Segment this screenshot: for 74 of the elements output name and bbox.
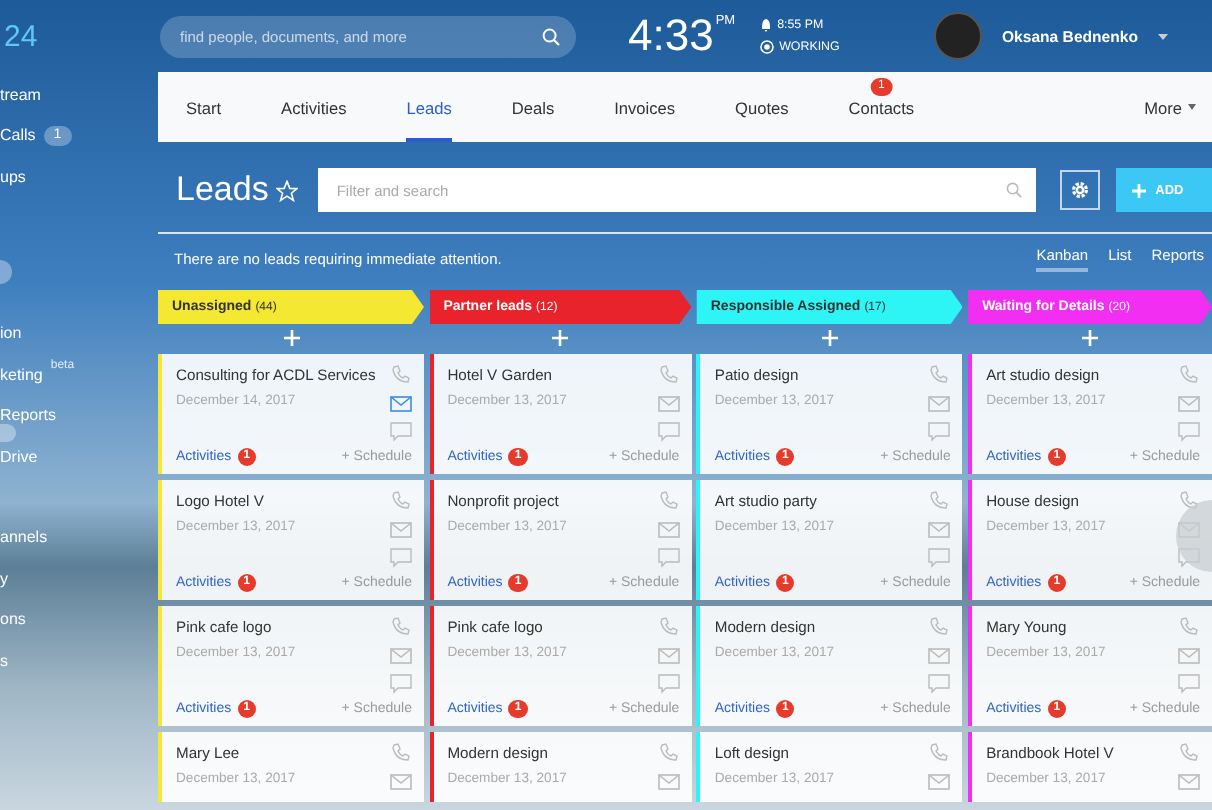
phone-icon[interactable] — [390, 742, 412, 762]
sidebar-item[interactable]: ons — [0, 610, 26, 629]
phone-icon[interactable] — [1178, 364, 1201, 384]
caret-icon[interactable] — [1158, 33, 1168, 39]
mail-icon[interactable] — [390, 772, 412, 790]
plus-icon[interactable] — [283, 330, 299, 346]
phone-icon[interactable] — [390, 616, 412, 636]
phone-icon[interactable] — [928, 616, 951, 636]
page-title: Leads — [176, 170, 269, 210]
nav-tab[interactable]: Activities — [281, 72, 347, 142]
mail-icon[interactable] — [657, 520, 680, 538]
phone-icon[interactable] — [390, 364, 412, 384]
phone-icon[interactable] — [1178, 616, 1201, 636]
search-icon — [542, 27, 560, 45]
chat-icon[interactable] — [928, 548, 951, 568]
chat-icon[interactable] — [928, 674, 951, 694]
phone-icon[interactable] — [657, 364, 680, 384]
avatar[interactable] — [933, 12, 982, 60]
mail-icon[interactable] — [928, 520, 951, 538]
chat-icon[interactable] — [390, 422, 412, 442]
chat-icon[interactable] — [657, 422, 680, 442]
mail-icon[interactable] — [657, 394, 680, 412]
logo-text[interactable]: 24 — [4, 20, 158, 60]
sidebar-item[interactable]: ion — [0, 324, 22, 343]
mail-icon[interactable] — [657, 646, 680, 664]
mail-icon[interactable] — [928, 646, 951, 664]
chat-icon[interactable] — [657, 674, 680, 694]
sidebar-item[interactable]: ups — [0, 167, 26, 186]
nav-tab[interactable]: Leads — [406, 72, 452, 142]
phone-icon[interactable] — [1178, 742, 1201, 762]
clock-time: 4:33 — [628, 14, 714, 58]
mail-icon[interactable] — [1178, 646, 1201, 664]
plus-icon[interactable] — [552, 330, 569, 346]
nav-tab[interactable]: Invoices — [614, 72, 676, 142]
plus-icon[interactable] — [1082, 330, 1099, 346]
settings-button[interactable] — [1060, 170, 1100, 210]
mail-icon[interactable] — [390, 394, 412, 412]
status-icon — [759, 40, 774, 54]
sidebar-item[interactable]: keting — [0, 365, 43, 384]
sidebar-item[interactable]: y — [0, 569, 8, 588]
phone-icon[interactable] — [657, 742, 680, 762]
settings-icon — [1069, 180, 1090, 200]
nav-tab[interactable]: Start — [186, 72, 222, 142]
phone-icon[interactable] — [657, 490, 680, 510]
sidebar-item[interactable]: Calls — [0, 126, 36, 145]
mail-icon[interactable] — [1178, 772, 1201, 790]
chat-icon[interactable] — [1178, 674, 1201, 694]
chat-icon[interactable] — [657, 548, 680, 568]
search-icon — [1006, 182, 1023, 198]
phone-icon[interactable] — [657, 616, 680, 636]
mail-icon[interactable] — [390, 520, 412, 538]
sidebar-item[interactable]: tream — [0, 85, 41, 104]
plus-icon — [1131, 183, 1146, 197]
phone-icon[interactable] — [928, 742, 951, 762]
more-menu[interactable]: More — [1144, 97, 1182, 117]
plus-icon[interactable] — [821, 330, 838, 346]
chat-icon[interactable] — [390, 674, 412, 694]
chat-icon[interactable] — [1178, 422, 1201, 442]
chat-icon[interactable] — [928, 422, 951, 442]
phone-icon[interactable] — [390, 490, 412, 510]
phone-icon[interactable] — [928, 490, 951, 510]
bell-icon — [759, 18, 772, 32]
mail-icon[interactable] — [928, 772, 951, 790]
sidebar-item[interactable]: annels — [0, 528, 48, 547]
mail-icon[interactable] — [928, 394, 951, 412]
chat-icon[interactable] — [390, 548, 412, 568]
mail-icon[interactable] — [390, 646, 412, 664]
mail-icon[interactable] — [1178, 394, 1201, 412]
mail-icon[interactable] — [657, 772, 680, 790]
star-icon[interactable] — [276, 179, 299, 201]
caret-icon[interactable] — [1188, 104, 1196, 110]
nav-tab[interactable]: Deals — [511, 72, 555, 142]
phone-icon[interactable] — [928, 364, 951, 384]
nav-tab[interactable]: Quotes — [735, 72, 789, 142]
